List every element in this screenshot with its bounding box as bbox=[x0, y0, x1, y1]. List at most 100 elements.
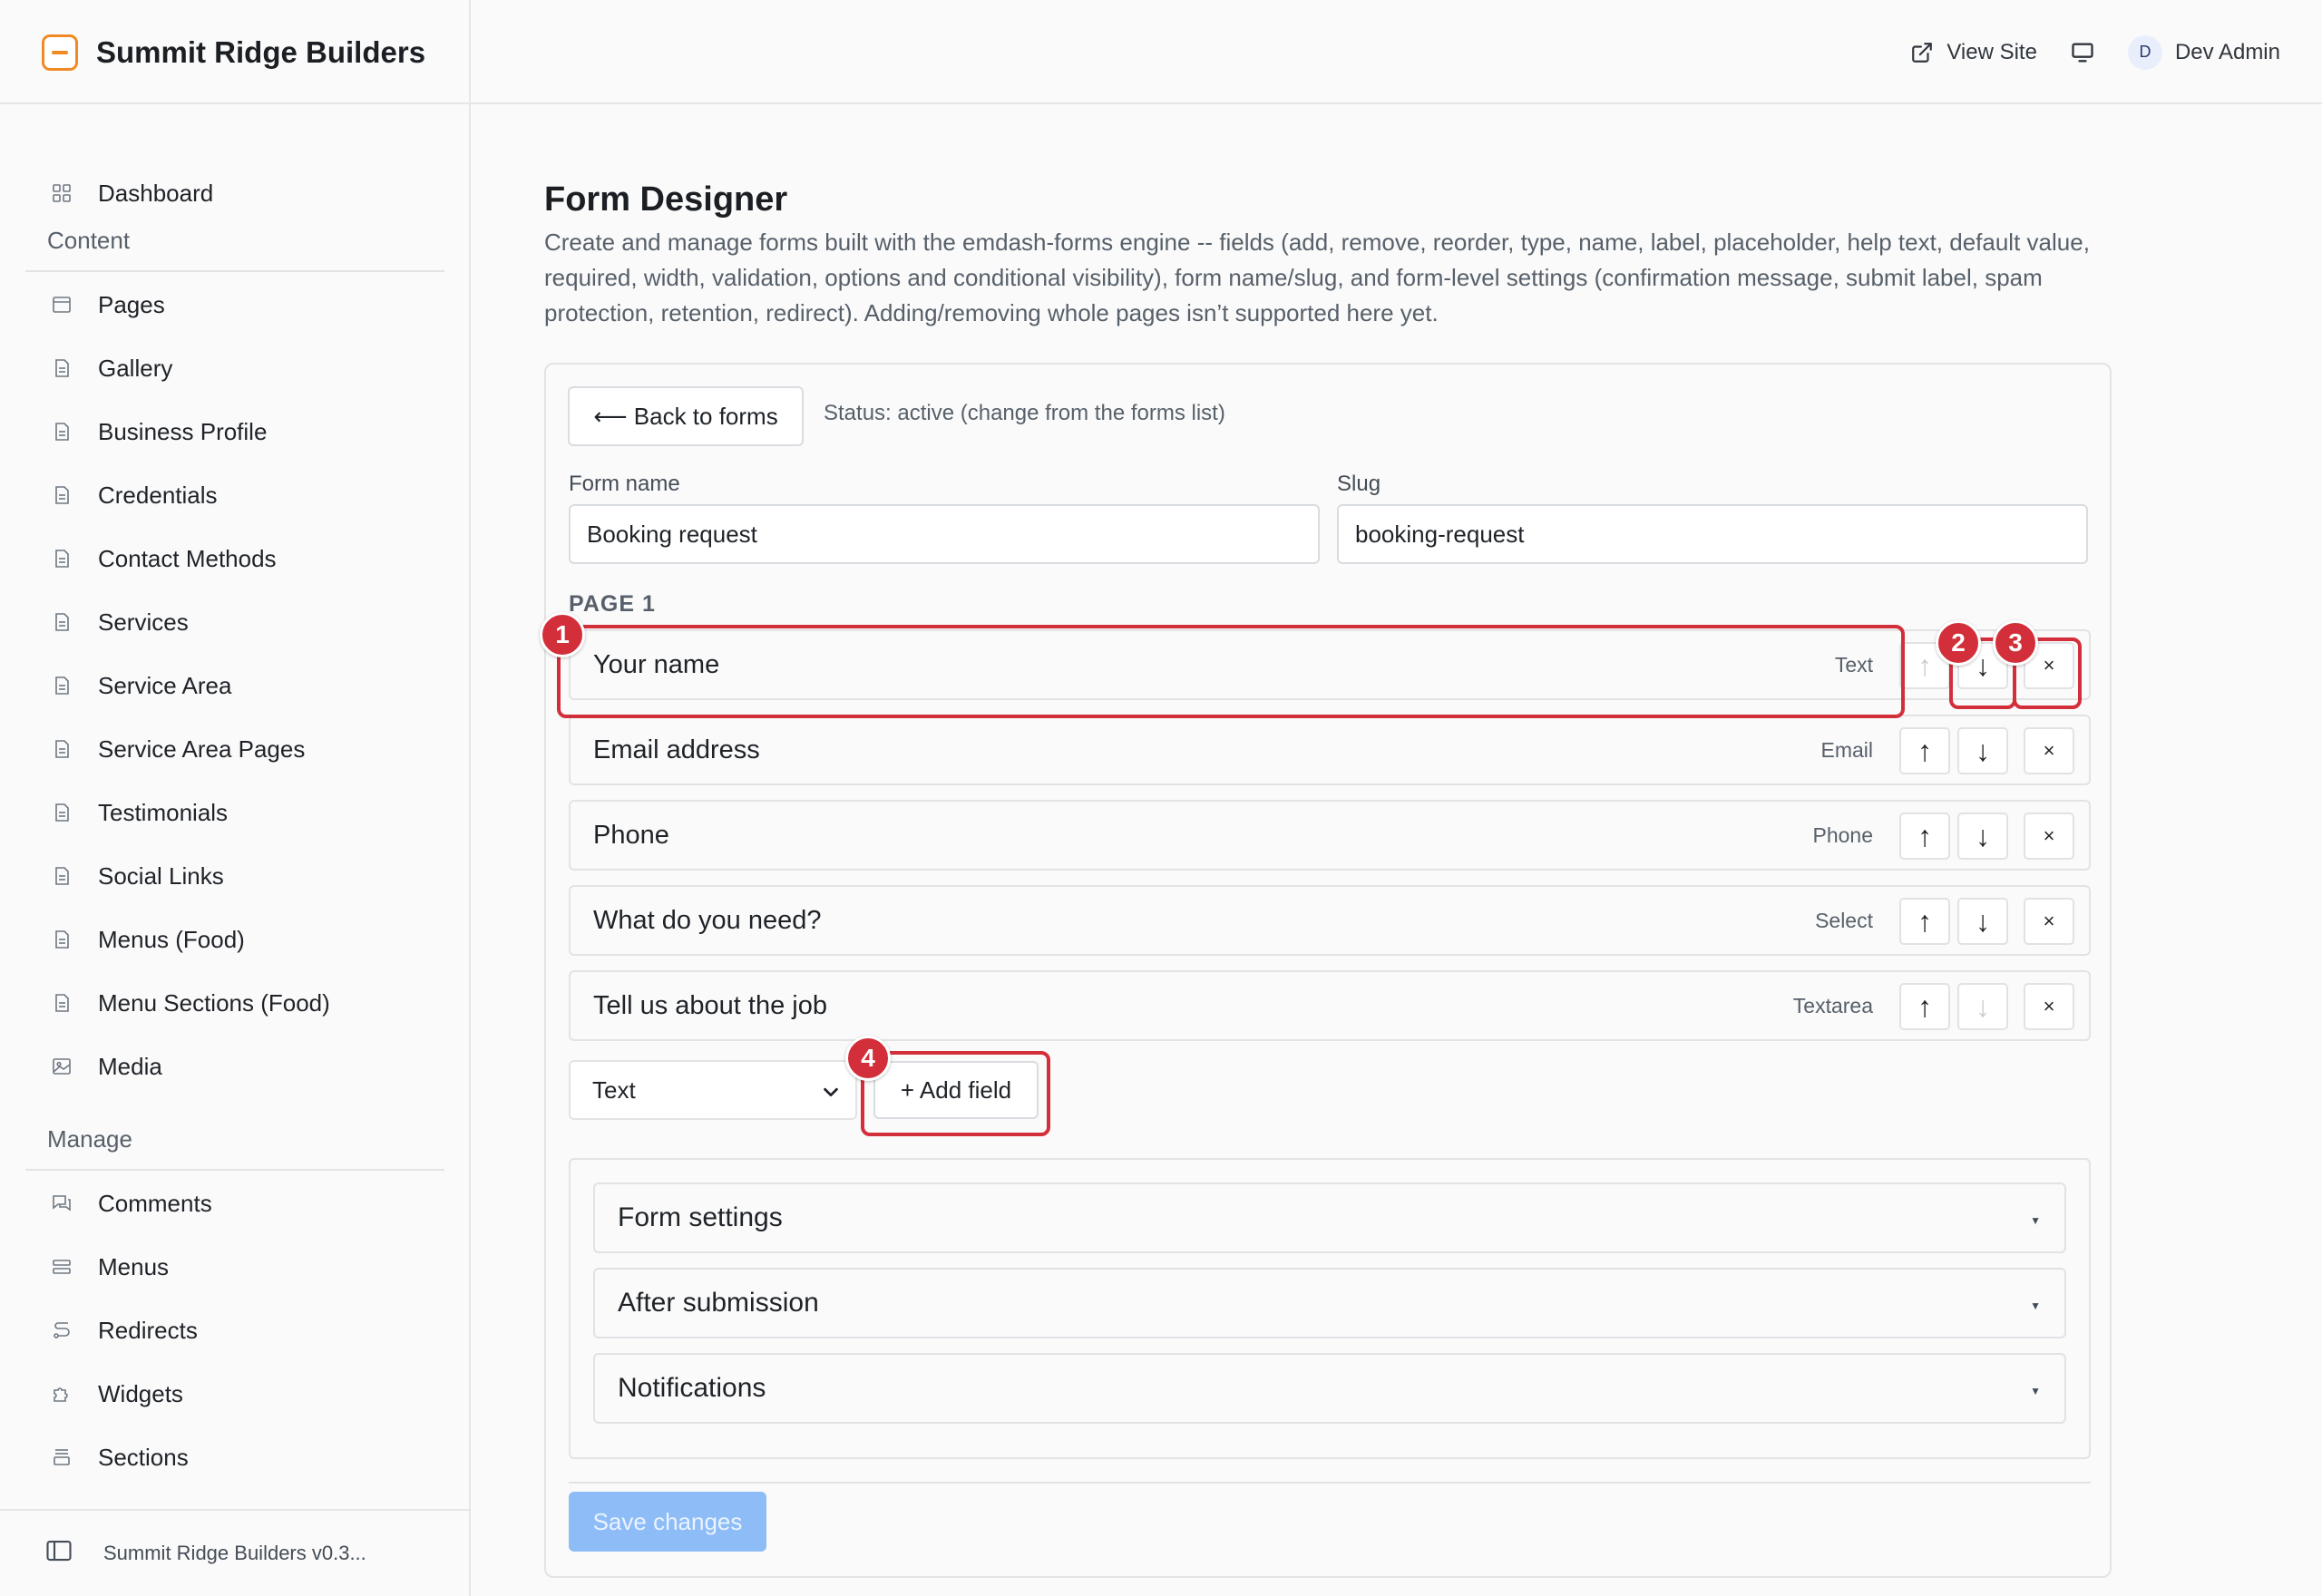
sidebar-item-label: Credentials bbox=[98, 481, 218, 509]
sidebar-item-label: Menu Sections (Food) bbox=[98, 988, 330, 1017]
sidebar-item-social-links[interactable]: Social Links bbox=[25, 851, 444, 901]
sections-icon bbox=[49, 1445, 74, 1470]
settings-panel: Form settings ▼ After submission ▼ Notif… bbox=[569, 1158, 2091, 1459]
move-down-button[interactable]: ↓ bbox=[1957, 813, 2008, 860]
page-title: Form Designer bbox=[544, 180, 788, 219]
top-actions: View Site D Dev Admin bbox=[1910, 0, 2280, 104]
sidebar-item-label: Business Profile bbox=[98, 417, 268, 445]
document-icon bbox=[49, 863, 74, 889]
slug-input[interactable]: booking-request bbox=[1337, 504, 2088, 564]
field-type: Text bbox=[1834, 652, 1873, 676]
sidebar-item-services[interactable]: Services bbox=[25, 597, 444, 647]
field-type-select[interactable]: Text bbox=[569, 1060, 857, 1120]
sidebar-item-media[interactable]: Media bbox=[25, 1041, 444, 1092]
remove-field-button[interactable]: × bbox=[2024, 898, 2074, 945]
redirect-icon bbox=[49, 1318, 74, 1343]
sidebar-item-menus-food[interactable]: Menus (Food) bbox=[25, 914, 444, 965]
sidebar-item-service-area-pages[interactable]: Service Area Pages bbox=[25, 724, 444, 774]
notifications-accordion[interactable]: Notifications ▼ bbox=[593, 1353, 2066, 1424]
comments-icon bbox=[49, 1191, 74, 1216]
field-name: What do you need? bbox=[593, 905, 822, 935]
page-label: PAGE 1 bbox=[569, 591, 656, 617]
field-row[interactable]: What do you need? Select ↑ ↓ × bbox=[569, 885, 2091, 956]
move-up-button[interactable]: ↑ bbox=[1899, 727, 1950, 774]
sidebar-item-testimonials[interactable]: Testimonials bbox=[25, 787, 444, 838]
sidebar-item-label: Sections bbox=[98, 1443, 189, 1471]
preview-button[interactable] bbox=[2070, 40, 2095, 65]
move-up-button[interactable]: ↑ bbox=[1899, 813, 1950, 860]
remove-field-button[interactable]: × bbox=[2024, 983, 2074, 1030]
sidebar-divider bbox=[25, 1169, 444, 1171]
monitor-icon bbox=[2072, 43, 2093, 63]
field-row[interactable]: Phone Phone ↑ ↓ × bbox=[569, 800, 2091, 871]
puzzle-icon bbox=[49, 1381, 74, 1406]
document-icon bbox=[49, 482, 74, 508]
sidebar-item-label: Widgets bbox=[98, 1379, 183, 1407]
form-name-label: Form name bbox=[569, 472, 680, 496]
sidebar-item-redirects[interactable]: Redirects bbox=[25, 1305, 444, 1356]
main-content: Form Designer Create and manage forms bu… bbox=[471, 104, 2322, 1596]
field-row[interactable]: Email address Email ↑ ↓ × bbox=[569, 715, 2091, 785]
status-text: Status: active (change from the forms li… bbox=[824, 401, 1225, 425]
view-site-link[interactable]: View Site bbox=[1910, 40, 2037, 65]
sidebar-toggle-icon[interactable] bbox=[45, 1538, 73, 1569]
after-submission-accordion[interactable]: After submission ▼ bbox=[593, 1268, 2066, 1338]
sidebar-item-menu-sections-food[interactable]: Menu Sections (Food) bbox=[25, 978, 444, 1028]
sidebar-item-comments[interactable]: Comments bbox=[25, 1178, 444, 1229]
field-row[interactable]: Your name Text ↑ ↓ × bbox=[569, 629, 2091, 700]
field-type: Phone bbox=[1812, 822, 1873, 847]
add-field-button[interactable]: + Add field bbox=[873, 1061, 1039, 1119]
sidebar-item-business-profile[interactable]: Business Profile bbox=[25, 406, 444, 457]
sidebar-item-label: Media bbox=[98, 1052, 162, 1080]
card-divider bbox=[569, 1482, 2091, 1484]
top-bar: Summit Ridge Builders View Site D Dev Ad… bbox=[0, 0, 2322, 104]
sidebar-item-label: Redirects bbox=[98, 1316, 198, 1344]
annotation-badge: 3 bbox=[1993, 620, 2038, 666]
sidebar-footer: Summit Ridge Builders v0.3... bbox=[0, 1509, 469, 1596]
sidebar-item-menus[interactable]: Menus bbox=[25, 1241, 444, 1292]
back-to-forms-button[interactable]: ⟵ Back to forms bbox=[568, 386, 804, 446]
field-row[interactable]: Tell us about the job Textarea ↑ ↓ × bbox=[569, 970, 2091, 1041]
form-settings-accordion[interactable]: Form settings ▼ bbox=[593, 1182, 2066, 1253]
move-up-button[interactable]: ↑ bbox=[1899, 898, 1950, 945]
brand[interactable]: Summit Ridge Builders bbox=[0, 0, 471, 104]
sidebar-item-dashboard[interactable]: Dashboard bbox=[25, 168, 444, 219]
remove-field-button[interactable]: × bbox=[2024, 727, 2074, 774]
brand-logo-icon bbox=[42, 34, 78, 71]
sidebar-item-widgets[interactable]: Widgets bbox=[25, 1368, 444, 1419]
page-icon bbox=[49, 292, 74, 317]
save-changes-button[interactable]: Save changes bbox=[569, 1492, 766, 1552]
move-up-button[interactable]: ↑ bbox=[1899, 983, 1950, 1030]
view-site-label: View Site bbox=[1946, 39, 2037, 64]
field-type: Email bbox=[1820, 737, 1873, 762]
sidebar-item-label: Testimonials bbox=[98, 798, 229, 826]
avatar: D bbox=[2127, 34, 2162, 70]
sidebar-item-credentials[interactable]: Credentials bbox=[25, 470, 444, 521]
annotation-badge: 1 bbox=[540, 612, 585, 657]
sidebar-section-manage: Manage bbox=[47, 1125, 132, 1153]
remove-field-button[interactable]: × bbox=[2024, 813, 2074, 860]
move-down-button[interactable]: ↓ bbox=[1957, 727, 2008, 774]
form-name-input[interactable]: Booking request bbox=[569, 504, 1320, 564]
field-name: Your name bbox=[593, 649, 720, 679]
move-down-button[interactable]: ↓ bbox=[1957, 983, 2008, 1030]
field-type: Select bbox=[1815, 908, 1873, 932]
field-type: Textarea bbox=[1792, 993, 1873, 1017]
sidebar-item-label: Menus (Food) bbox=[98, 925, 245, 953]
field-name: Email address bbox=[593, 735, 760, 764]
document-icon bbox=[49, 609, 74, 635]
menu-icon bbox=[49, 1254, 74, 1280]
sidebar-item-sections[interactable]: Sections bbox=[25, 1432, 444, 1483]
user-menu[interactable]: D Dev Admin bbox=[2127, 34, 2280, 70]
sidebar-item-pages[interactable]: Pages bbox=[25, 279, 444, 330]
sidebar-item-contact-methods[interactable]: Contact Methods bbox=[25, 533, 444, 584]
sidebar-item-gallery[interactable]: Gallery bbox=[25, 343, 444, 394]
accordion-label: Form settings bbox=[618, 1202, 783, 1232]
sidebar-item-label: Service Area Pages bbox=[98, 735, 306, 763]
document-icon bbox=[49, 546, 74, 571]
sidebar-item-service-area[interactable]: Service Area bbox=[25, 660, 444, 711]
brand-name: Summit Ridge Builders bbox=[96, 34, 426, 69]
user-name: Dev Admin bbox=[2174, 39, 2280, 64]
move-down-button[interactable]: ↓ bbox=[1957, 898, 2008, 945]
external-link-icon bbox=[1912, 42, 1933, 63]
